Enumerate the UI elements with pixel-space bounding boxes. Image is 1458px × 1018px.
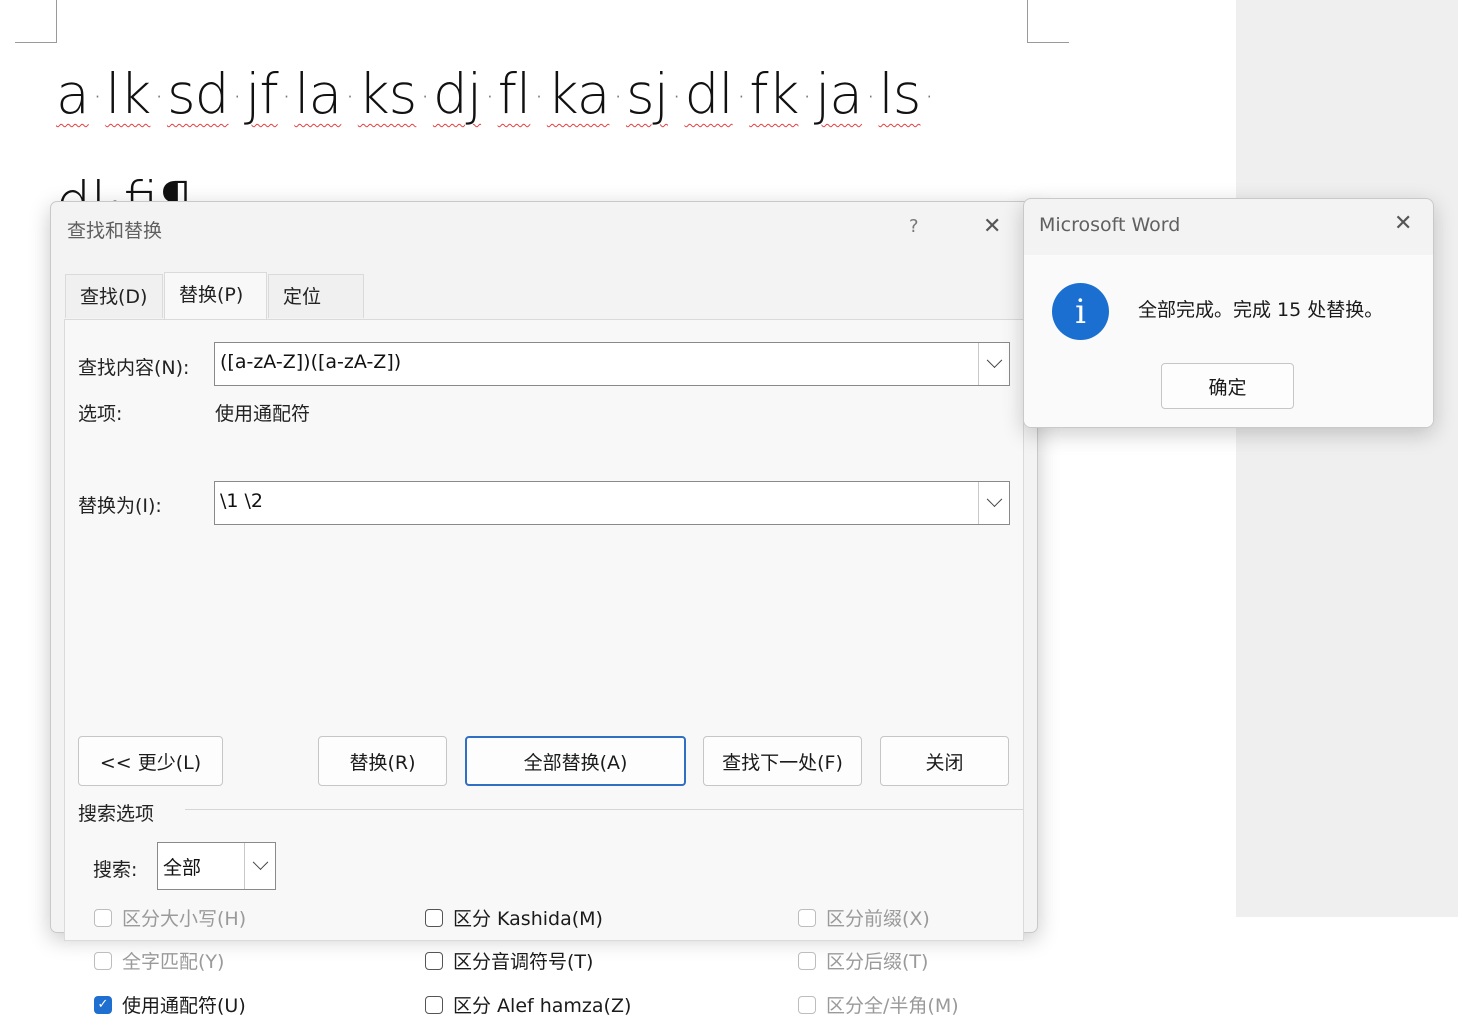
search-dropdown-button[interactable] xyxy=(244,843,275,889)
checkbox-diacritics[interactable]: 区分音调符号(T) xyxy=(425,947,593,974)
ok-button[interactable]: 确定 xyxy=(1161,363,1294,409)
checkbox-full-half-width[interactable]: 区分全/半角(M) xyxy=(798,991,959,1018)
space-mark: · xyxy=(924,80,933,116)
checkbox-box xyxy=(425,995,443,1014)
replace-dropdown-button[interactable] xyxy=(978,482,1009,524)
checkbox-label: 使用通配符(U) xyxy=(122,995,246,1017)
search-direction-label: 搜索: xyxy=(93,859,138,881)
checkbox-box xyxy=(798,908,816,927)
checkbox-label: 区分大小写(H) xyxy=(122,908,247,930)
checkmark-icon: ✓ xyxy=(94,995,112,1014)
checkbox-box xyxy=(425,908,443,927)
search-options-title: 搜索选项 xyxy=(78,803,155,825)
search-direction-select[interactable]: 全部 xyxy=(157,842,276,890)
document-word[interactable]: dj xyxy=(433,62,482,126)
space-mark: · xyxy=(613,80,622,116)
document-word[interactable]: sj xyxy=(626,62,669,126)
space-mark: · xyxy=(154,80,163,116)
message-box-title: Microsoft Word xyxy=(1039,214,1181,236)
document-word[interactable]: lk xyxy=(105,62,151,126)
checkbox-label: 区分 Alef hamza(Z) xyxy=(453,995,632,1017)
crop-mark-left xyxy=(15,0,57,43)
close-button[interactable]: 关闭 xyxy=(880,736,1009,786)
checkbox-box xyxy=(798,995,816,1014)
chevron-down-icon xyxy=(252,853,268,870)
checkbox-label: 区分音调符号(T) xyxy=(453,951,594,973)
checkbox-box xyxy=(425,951,443,970)
document-word[interactable]: jf xyxy=(245,62,279,126)
document-word[interactable]: fl xyxy=(498,62,532,126)
find-dropdown-button[interactable] xyxy=(978,343,1009,385)
checkbox-box xyxy=(94,908,112,927)
space-mark: · xyxy=(281,80,291,116)
message-box: Microsoft Word ✕ i 全部完成。完成 15 处替换。 确定 xyxy=(1023,198,1434,428)
space-mark: · xyxy=(92,80,102,116)
space-mark: · xyxy=(802,80,811,116)
replace-all-button[interactable]: 全部替换(A) xyxy=(465,736,686,786)
checkbox-box xyxy=(94,951,112,970)
space-mark: · xyxy=(534,80,543,116)
message-text: 全部完成。完成 15 处替换。 xyxy=(1138,299,1384,321)
options-label: 选项: xyxy=(78,403,123,425)
find-label: 查找内容(N): xyxy=(78,357,190,379)
help-icon[interactable]: ? xyxy=(909,216,919,237)
document-word[interactable]: sd xyxy=(167,62,230,126)
document-gutter xyxy=(1236,0,1458,917)
checkbox-label: 区分后缀(T) xyxy=(826,951,929,973)
replace-input[interactable]: \1 \2 xyxy=(214,481,1010,525)
tab-find[interactable]: 查找(D) xyxy=(65,274,163,318)
document-word[interactable]: ja xyxy=(815,62,863,126)
info-icon: i xyxy=(1052,283,1109,340)
space-mark: · xyxy=(420,80,429,116)
less-button[interactable]: << 更少(L) xyxy=(78,736,223,786)
dialog-title: 查找和替换 xyxy=(67,220,163,242)
checkbox-alef-hamza[interactable]: 区分 Alef hamza(Z) xyxy=(425,991,631,1018)
checkbox-label: 区分全/半角(M) xyxy=(826,995,959,1017)
options-value: 使用通配符 xyxy=(215,403,311,425)
search-direction-value: 全部 xyxy=(163,857,202,879)
chevron-down-icon xyxy=(986,351,1002,368)
space-mark: · xyxy=(345,80,354,116)
document-word[interactable]: ks xyxy=(358,62,418,126)
space-mark: · xyxy=(865,80,875,116)
checkbox-label: 全字匹配(Y) xyxy=(122,951,225,973)
checkbox-whole-word[interactable]: 全字匹配(Y) xyxy=(94,947,224,974)
tab-replace[interactable]: 替换(P) xyxy=(164,272,267,319)
replace-label: 替换为(I): xyxy=(78,495,162,517)
checkbox-label: 区分 Kashida(M) xyxy=(453,908,603,930)
document-word[interactable]: ls xyxy=(879,62,922,126)
checkbox-use-wildcards[interactable]: ✓ 使用通配符(U) xyxy=(94,991,246,1018)
find-input[interactable]: ([a-zA-Z])([a-zA-Z]) xyxy=(214,342,1010,386)
document-word[interactable]: dl xyxy=(684,62,733,126)
checkbox-label: 区分前缀(X) xyxy=(826,908,930,930)
checkbox-match-case[interactable]: 区分大小写(H) xyxy=(94,904,246,931)
close-icon[interactable]: ✕ xyxy=(1394,211,1412,236)
find-next-button[interactable]: 查找下一处(F) xyxy=(703,736,862,786)
checkbox-kashida[interactable]: 区分 Kashida(M) xyxy=(425,904,603,931)
checkbox-match-suffix[interactable]: 区分后缀(T) xyxy=(798,947,928,974)
close-icon[interactable]: ✕ xyxy=(983,214,1001,239)
document-text-line-1[interactable]: a ·lk ·sd ·jf ·la ·ks ·dj ·fl ·ka ·sj ·dl ·fk ·ja ·ls… xyxy=(56,62,937,126)
crop-mark-right xyxy=(1027,0,1069,43)
message-box-body: i 全部完成。完成 15 处替换。 确定 xyxy=(1024,255,1433,427)
replace-value: \1 \2 xyxy=(220,490,264,512)
find-value: ([a-zA-Z])([a-zA-Z]) xyxy=(220,351,402,373)
document-word[interactable]: la xyxy=(294,62,342,126)
chevron-down-icon xyxy=(986,490,1002,507)
divider xyxy=(185,809,1023,810)
checkbox-match-prefix[interactable]: 区分前缀(X) xyxy=(798,904,930,931)
document-word[interactable]: a xyxy=(56,62,90,126)
space-mark: · xyxy=(736,80,746,116)
document-word[interactable]: ka xyxy=(547,62,611,126)
tab-goto[interactable]: 定位(G) xyxy=(268,274,364,352)
space-mark: · xyxy=(232,80,242,116)
space-mark: · xyxy=(671,80,681,116)
replace-button[interactable]: 替换(R) xyxy=(318,736,447,786)
find-replace-dialog: 查找和替换 ? ✕ 查找(D) 替换(P) 定位(G) 查找内容(N): ([a… xyxy=(50,201,1038,1017)
replace-panel: 查找内容(N): ([a-zA-Z])([a-zA-Z]) 选项: 使用通配符 … xyxy=(64,319,1024,1017)
checkbox-box xyxy=(798,951,816,970)
document-word[interactable]: fk xyxy=(749,62,799,126)
space-mark: · xyxy=(485,80,494,116)
